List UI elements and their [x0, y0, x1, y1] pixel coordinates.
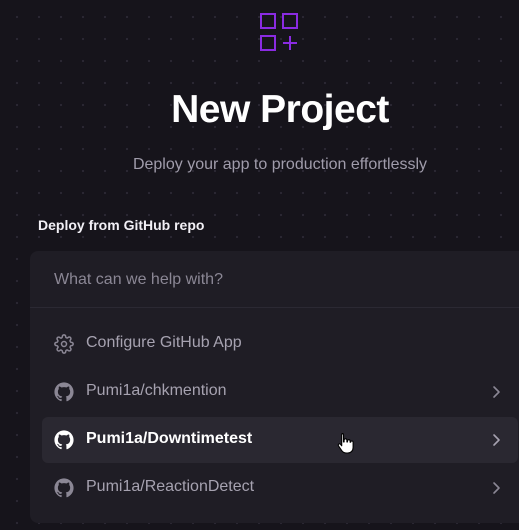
section-label: Deploy from GitHub repo: [38, 217, 205, 233]
chevron-right-icon: [493, 434, 500, 446]
grid-plus-icon: [260, 13, 298, 51]
gear-icon: [54, 334, 74, 354]
repo-item-reactiondetect[interactable]: Pumi1a/ReactionDetect: [42, 465, 518, 511]
chevron-right-icon: [493, 386, 500, 398]
search-box: [30, 251, 519, 308]
item-label: Pumi1a/chkmention: [86, 382, 227, 399]
repo-picker-panel: Configure GitHub App Pumi1a/chkmention P…: [30, 251, 519, 523]
page-subtitle: Deploy your app to production effortless…: [132, 156, 428, 173]
repo-item-chkmention[interactable]: Pumi1a/chkmention: [42, 369, 518, 415]
item-label: Pumi1a/ReactionDetect: [86, 478, 255, 495]
item-label: Pumi1a/Downtimetest: [86, 430, 253, 447]
github-icon: [54, 382, 74, 402]
github-icon: [54, 478, 74, 498]
hand-pointer-icon: [337, 432, 354, 454]
github-icon: [54, 430, 74, 450]
repo-item-downtimetest[interactable]: Pumi1a/Downtimetest: [42, 417, 518, 463]
chevron-right-icon: [493, 482, 500, 494]
item-label: Configure GitHub App: [86, 334, 242, 351]
page-title: New Project: [171, 88, 389, 131]
configure-github-app-item[interactable]: Configure GitHub App: [42, 321, 518, 367]
search-input[interactable]: [52, 265, 496, 295]
